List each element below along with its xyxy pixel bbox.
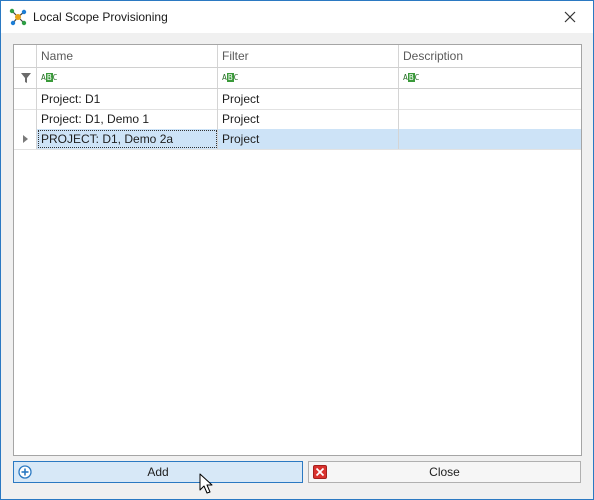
network-nodes-icon	[9, 8, 27, 26]
add-button[interactable]: Add	[13, 461, 303, 483]
filter-cell-name[interactable]: ABC	[37, 68, 218, 88]
window-title: Local Scope Provisioning	[33, 10, 168, 24]
cell-description[interactable]	[399, 109, 581, 129]
table-row[interactable]: Project: D1 Project	[14, 89, 581, 110]
dialog-window: Local Scope Provisioning Name Filter Des…	[0, 0, 594, 500]
close-red-x-icon	[313, 465, 327, 479]
close-button[interactable]: Close	[308, 461, 581, 483]
cell-filter[interactable]: Project	[218, 89, 399, 109]
scope-grid[interactable]: Name Filter Description ABC ABC ABC Proj…	[13, 44, 582, 456]
table-row-selected[interactable]: PROJECT: D1, Demo 2a Project	[14, 129, 581, 150]
cell-description[interactable]	[399, 129, 581, 149]
column-header-filter[interactable]: Filter	[218, 45, 399, 67]
row-indicator-cell[interactable]	[14, 89, 37, 109]
filter-cell-filter[interactable]: ABC	[218, 68, 399, 88]
cell-filter[interactable]: Project	[218, 129, 399, 149]
auto-filter-row: ABC ABC ABC	[14, 68, 581, 89]
abc-text-icon: ABC	[222, 73, 239, 82]
add-plus-circle-icon	[18, 465, 32, 479]
cell-name[interactable]: Project: D1, Demo 1	[37, 109, 218, 129]
row-indicator-cell[interactable]	[14, 109, 37, 129]
filter-row-indicator	[14, 68, 37, 88]
abc-text-icon: ABC	[403, 73, 420, 82]
filter-cell-description[interactable]: ABC	[399, 68, 581, 88]
mouse-pointer-icon	[199, 473, 213, 494]
row-pointer-icon	[23, 135, 28, 143]
cell-filter[interactable]: Project	[218, 109, 399, 129]
column-header-name[interactable]: Name	[37, 45, 218, 67]
abc-text-icon: ABC	[41, 73, 58, 82]
table-row[interactable]: Project: D1, Demo 1 Project	[14, 109, 581, 130]
cell-description[interactable]	[399, 89, 581, 109]
grid-header: Name Filter Description	[14, 45, 581, 68]
filter-funnel-icon	[21, 73, 31, 83]
cell-name[interactable]: PROJECT: D1, Demo 2a	[37, 129, 218, 149]
header-indicator-cell	[14, 45, 37, 67]
column-header-description[interactable]: Description	[399, 45, 581, 67]
add-button-label: Add	[147, 465, 169, 479]
close-icon	[564, 11, 576, 23]
close-button-label: Close	[429, 465, 460, 479]
window-close-button[interactable]	[547, 1, 593, 33]
title-bar[interactable]: Local Scope Provisioning	[1, 1, 593, 33]
cell-name[interactable]: Project: D1	[37, 89, 218, 109]
row-indicator-cell[interactable]	[14, 129, 37, 149]
